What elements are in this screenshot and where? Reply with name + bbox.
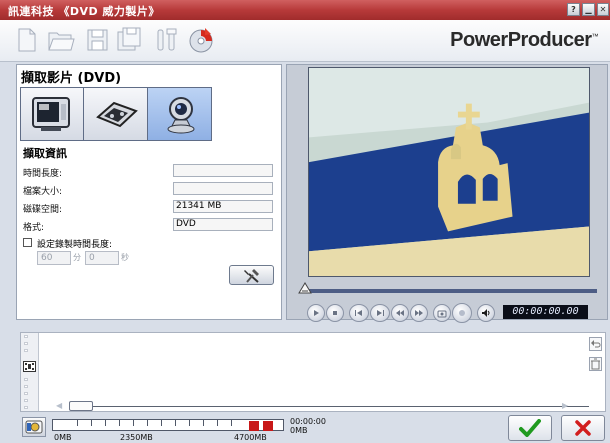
tv-source-icon: [32, 97, 71, 131]
video-preview: [308, 67, 590, 277]
cancel-button[interactable]: [561, 415, 605, 441]
file-size-label: 檔案大小:: [23, 187, 63, 197]
play-icon[interactable]: [307, 304, 325, 322]
seconds-spinner[interactable]: 0: [85, 251, 119, 265]
filmstrip-icon: [23, 361, 36, 372]
timecode-display: 00:00:00.00: [503, 305, 588, 319]
preview-panel: 00:00:00.00: [286, 64, 608, 323]
volume-icon[interactable]: [477, 304, 495, 322]
save-icon[interactable]: [84, 26, 110, 54]
capacity-limit-marker: [249, 421, 259, 431]
disc-size: 0MB: [290, 426, 308, 435]
capacity-label-0: 0MB: [54, 433, 72, 442]
set-duration-label: 設定錄製時間長度:: [37, 240, 113, 250]
new-project-icon[interactable]: [14, 26, 40, 54]
capacity-limit-marker: [263, 421, 273, 431]
format-label: 格式:: [23, 223, 45, 233]
close-button[interactable]: ✕: [597, 3, 609, 16]
minutes-spinner[interactable]: 60: [37, 251, 71, 265]
snapshot-icon[interactable]: [433, 304, 451, 322]
save-as-icon[interactable]: [114, 26, 144, 54]
scroll-left-icon[interactable]: ◀: [56, 401, 62, 410]
brand-logo: PowerProducer™: [450, 29, 598, 51]
capture-source-selector: [20, 87, 212, 141]
scroll-right-icon[interactable]: ▶: [562, 401, 568, 410]
previous-frame-icon[interactable]: [349, 304, 369, 322]
seconds-unit-label: 秒: [121, 253, 129, 262]
tv-source-button[interactable]: [21, 88, 85, 140]
undo-icon[interactable]: [589, 337, 602, 351]
disk-space-field: 21341 MB: [173, 200, 273, 213]
tools-icon: [243, 269, 259, 283]
checkmark-icon: [519, 419, 541, 437]
seek-bar[interactable]: [301, 289, 597, 293]
disc-capacity-button[interactable]: [22, 417, 46, 437]
disc-capacity-bar: [52, 419, 284, 431]
close-icon: [575, 420, 591, 436]
bottom-bar: 0MB 2350MB 4700MB 00:00:00 0MB: [0, 413, 610, 443]
delete-icon[interactable]: [589, 357, 602, 371]
playback-controls: [307, 303, 496, 323]
minutes-unit-label: 分: [73, 253, 81, 262]
disc-icon: [25, 420, 43, 434]
dv-camcorder-button[interactable]: [84, 88, 148, 140]
tools-icon[interactable]: [152, 26, 182, 54]
seek-slider-thumb[interactable]: [297, 282, 313, 294]
webcam-icon: [167, 97, 195, 134]
capture-info-title: 擷取資訊: [23, 147, 67, 160]
window-title: 訊連科技 《DVD 威力製片》: [8, 5, 160, 18]
disk-space-label: 磁碟空間:: [23, 205, 63, 215]
capture-panel-title: 擷取影片 (DVD): [21, 71, 122, 86]
record-icon[interactable]: [452, 303, 472, 323]
timeline-track: [77, 406, 589, 407]
webcam-source-button[interactable]: [147, 88, 212, 140]
disc-usage-readout: 00:00:00 0MB: [290, 417, 326, 435]
set-duration-checkbox[interactable]: [23, 238, 32, 247]
filmstrip: [21, 333, 39, 411]
main-toolbar: PowerProducer™: [0, 20, 610, 62]
minimize-button[interactable]: ▁: [582, 3, 595, 16]
duration-field: [173, 164, 273, 177]
stop-icon[interactable]: [326, 304, 344, 322]
timeline-panel: ◀ ▶: [20, 332, 606, 412]
open-project-icon[interactable]: [46, 26, 76, 54]
disc-time: 00:00:00: [290, 417, 326, 426]
duration-label: 時間長度:: [23, 169, 63, 179]
format-field: DVD: [173, 218, 273, 231]
capture-settings-button[interactable]: [229, 265, 274, 285]
next-frame-icon[interactable]: [370, 304, 390, 322]
ok-button[interactable]: [508, 415, 552, 441]
rewind-icon[interactable]: [391, 304, 409, 322]
burn-disc-icon[interactable]: [186, 26, 216, 54]
timeline-scroll-thumb[interactable]: [69, 401, 93, 411]
capacity-label-4700: 4700MB: [234, 433, 267, 442]
dv-camcorder-icon: [95, 101, 138, 128]
fast-forward-icon[interactable]: [410, 304, 428, 322]
capture-panel: 擷取影片 (DVD) 擷取資訊 時間長度: 檔案大小: 磁碟空間: 21341 …: [16, 64, 282, 320]
capacity-label-2350: 2350MB: [120, 433, 153, 442]
file-size-field: [173, 182, 273, 195]
title-bar: 訊連科技 《DVD 威力製片》 ? ▁ ✕: [0, 0, 610, 20]
help-button[interactable]: ?: [567, 3, 580, 16]
